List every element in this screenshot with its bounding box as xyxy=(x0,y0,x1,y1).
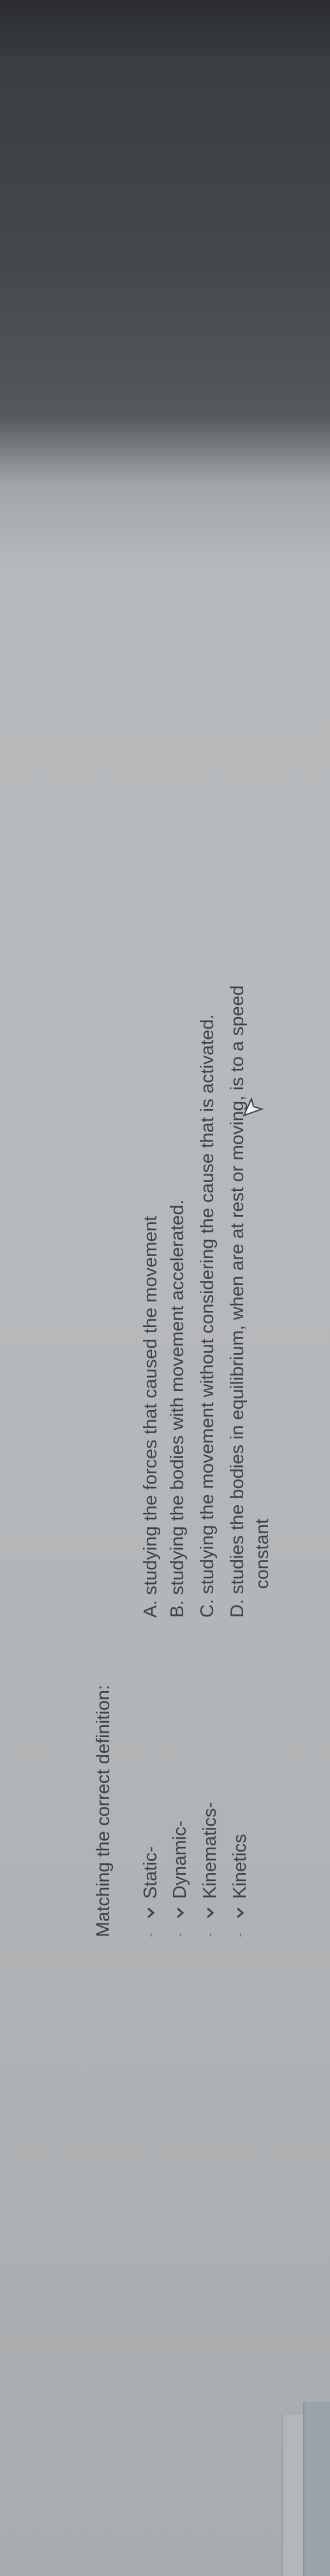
term-select-dynamic[interactable]: Dynamic- xyxy=(170,1818,191,1923)
term-row-kinetics: - Kinetics xyxy=(227,1831,253,1937)
chevron-down-icon xyxy=(237,1907,244,1919)
term-select-kinematics[interactable]: Kinematics- xyxy=(200,1800,221,1924)
screen-bezel xyxy=(0,0,330,57)
definition-c: C. studying the movement without conside… xyxy=(197,1014,218,1618)
question-panel: Matching the correct definition: - Stati… xyxy=(0,532,330,2576)
term-row-kinematics: - Kinematics- xyxy=(197,1800,223,1938)
dash-marker: - xyxy=(202,1933,217,1937)
term-label: Static- xyxy=(140,1846,161,1899)
dash-marker: - xyxy=(232,1933,247,1937)
definition-d: D. studies the bodies in equilibrium, wh… xyxy=(227,985,248,1618)
definition-d-continued: constant xyxy=(252,1519,273,1589)
term-label: Dynamic- xyxy=(169,1820,190,1899)
dash-marker: - xyxy=(143,1933,158,1937)
term-label: Kinematics- xyxy=(199,1802,220,1899)
term-select-kinetics[interactable]: Kinetics xyxy=(230,1831,251,1923)
definition-a: A. studying the forces that caused the m… xyxy=(140,1216,161,1618)
mouse-cursor-icon xyxy=(243,1097,264,1117)
definition-b: B. studying the bodies with movement acc… xyxy=(167,1199,188,1618)
chevron-down-icon xyxy=(207,1907,214,1919)
term-row-static: - Static- xyxy=(138,1844,163,1937)
term-label: Kinetics xyxy=(229,1834,250,1899)
dash-marker: - xyxy=(172,1933,187,1937)
chevron-down-icon xyxy=(177,1907,184,1919)
chevron-down-icon xyxy=(147,1907,155,1919)
term-select-static[interactable]: Static- xyxy=(140,1844,161,1923)
term-row-dynamic: - Dynamic- xyxy=(167,1818,193,1937)
question-title: Matching the correct definition: xyxy=(93,1685,114,1937)
